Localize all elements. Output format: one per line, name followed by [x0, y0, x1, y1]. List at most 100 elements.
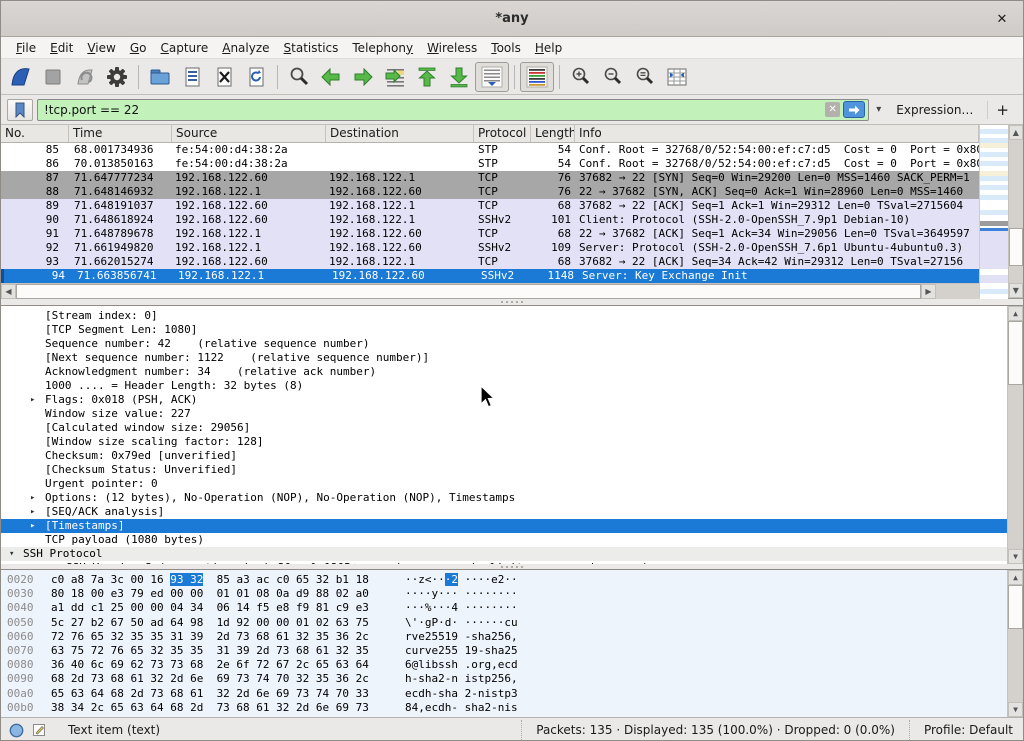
- packet-row[interactable]: 9271.661949820192.168.122.1192.168.122.6…: [1, 241, 979, 255]
- open-file-button[interactable]: [144, 62, 176, 92]
- packet-row[interactable]: 8670.013850163fe:54:00:d4:38:2aSTP54Conf…: [1, 157, 979, 171]
- close-icon[interactable]: ✕: [993, 10, 1011, 28]
- packet-row[interactable]: 9071.648618924192.168.122.60192.168.122.…: [1, 213, 979, 227]
- packet-row[interactable]: 8971.648191037192.168.122.60192.168.122.…: [1, 199, 979, 213]
- detail-line[interactable]: [Window size scaling factor: 128]: [1, 435, 1007, 449]
- detail-line-expandable[interactable]: ▸[SEQ/ACK analysis]: [1, 505, 1007, 519]
- expert-info-icon[interactable]: [9, 723, 24, 738]
- detail-line[interactable]: 1000 .... = Header Length: 32 bytes (8): [1, 379, 1007, 393]
- hex-row[interactable]: 006072 76 65 32 35 35 31 39 2d 73 68 61 …: [1, 630, 1007, 644]
- packet-row-selected[interactable]: 9471.663856741192.168.122.1192.168.122.6…: [1, 269, 979, 283]
- hex-row[interactable]: 009068 2d 73 68 61 32 2d 6e 69 73 74 70 …: [1, 672, 1007, 686]
- column-header-protocol[interactable]: Protocol: [474, 125, 531, 142]
- clear-filter-icon[interactable]: ✕: [825, 102, 840, 117]
- capture-options-button[interactable]: [101, 62, 133, 92]
- scroll-down-icon[interactable]: ▼: [1008, 702, 1023, 717]
- hex-row[interactable]: 0020c0 a8 7a 3c 00 16 93 32 85 a3 ac c0 …: [1, 573, 1007, 587]
- start-capture-button[interactable]: [5, 62, 37, 92]
- column-header-info[interactable]: Info: [575, 125, 979, 142]
- resize-columns-button[interactable]: [661, 62, 693, 92]
- menu-capture[interactable]: Capture: [153, 39, 215, 57]
- packet-list-hscrollbar[interactable]: ◀ ▶: [1, 283, 979, 299]
- hex-row[interactable]: 00505c 27 b2 67 50 ad 64 98 1d 92 00 00 …: [1, 616, 1007, 630]
- scroll-right-icon[interactable]: ▶: [921, 284, 936, 299]
- detail-line[interactable]: [Next sequence number: 1122 (relative se…: [1, 351, 1007, 365]
- packet-row[interactable]: 9171.648789678192.168.122.1192.168.122.6…: [1, 227, 979, 241]
- packet-row[interactable]: 9371.662015274192.168.122.60192.168.122.…: [1, 255, 979, 269]
- menu-edit[interactable]: Edit: [43, 39, 80, 57]
- autoscroll-toggle[interactable]: [475, 62, 509, 92]
- menu-analyze[interactable]: Analyze: [215, 39, 276, 57]
- scroll-left-icon[interactable]: ◀: [1, 284, 16, 299]
- detail-line[interactable]: Window size value: 227: [1, 407, 1007, 421]
- detail-line[interactable]: [TCP Segment Len: 1080]: [1, 323, 1007, 337]
- menu-wireless[interactable]: Wireless: [420, 39, 484, 57]
- hex-row[interactable]: 008036 40 6c 69 62 73 73 68 2e 6f 72 67 …: [1, 658, 1007, 672]
- capture-comment-icon[interactable]: [32, 723, 46, 737]
- detail-line-expandable[interactable]: ▸Flags: 0x018 (PSH, ACK): [1, 393, 1007, 407]
- column-header-no[interactable]: No.: [1, 125, 69, 142]
- detail-line[interactable]: [Calculated window size: 29056]: [1, 421, 1007, 435]
- detail-line[interactable]: Sequence number: 42 (relative sequence n…: [1, 337, 1007, 351]
- vscroll-thumb[interactable]: [1009, 228, 1023, 266]
- apply-filter-icon[interactable]: [843, 101, 865, 118]
- profile-selector[interactable]: Profile: Default: [909, 720, 1015, 740]
- menu-view[interactable]: View: [80, 39, 122, 57]
- restart-capture-button[interactable]: [69, 62, 101, 92]
- goto-packet-button[interactable]: [379, 62, 411, 92]
- filter-bookmark-button[interactable]: [7, 99, 33, 121]
- details-vscrollbar[interactable]: ▲ ▼: [1007, 306, 1023, 564]
- column-header-source[interactable]: Source: [172, 125, 326, 142]
- column-header-length[interactable]: Length: [531, 125, 575, 142]
- colorize-toggle[interactable]: [520, 62, 554, 92]
- detail-line-expandable[interactable]: ▸SSH Version 2 (encryption:chacha20-poly…: [1, 561, 1007, 564]
- first-packet-button[interactable]: [411, 62, 443, 92]
- add-filter-button[interactable]: +: [987, 101, 1017, 119]
- hex-row[interactable]: 003080 18 00 e3 79 ed 00 00 01 01 08 0a …: [1, 587, 1007, 601]
- go-back-button[interactable]: [315, 62, 347, 92]
- hex-row[interactable]: 00b038 34 2c 65 63 64 68 2d 73 68 61 32 …: [1, 701, 1007, 715]
- menu-statistics[interactable]: Statistics: [277, 39, 346, 57]
- stop-capture-button[interactable]: [37, 62, 69, 92]
- display-filter-input[interactable]: !tcp.port == 22 ✕: [37, 99, 869, 121]
- reload-file-button[interactable]: [240, 62, 272, 92]
- scroll-up-icon[interactable]: ▲: [1009, 125, 1023, 140]
- hscroll-thumb[interactable]: [16, 284, 921, 299]
- hex-row[interactable]: 00a065 63 64 68 2d 73 68 61 32 2d 6e 69 …: [1, 687, 1007, 701]
- menu-tools[interactable]: Tools: [484, 39, 528, 57]
- detail-line[interactable]: [Checksum Status: Unverified]: [1, 463, 1007, 477]
- detail-line-protocol[interactable]: ▾SSH Protocol: [1, 547, 1007, 561]
- detail-line[interactable]: Checksum: 0x79ed [unverified]: [1, 449, 1007, 463]
- zoom-normal-button[interactable]: [629, 62, 661, 92]
- packet-row[interactable]: 8568.001734936fe:54:00:d4:38:2aSTP54Conf…: [1, 143, 979, 157]
- save-file-button[interactable]: [176, 62, 208, 92]
- menu-help[interactable]: Help: [528, 39, 569, 57]
- detail-line[interactable]: Urgent pointer: 0: [1, 477, 1007, 491]
- zoom-in-button[interactable]: [565, 62, 597, 92]
- detail-line[interactable]: TCP payload (1080 bytes): [1, 533, 1007, 547]
- hex-row[interactable]: 0040a1 dd c1 25 00 00 04 34 06 14 f5 e8 …: [1, 601, 1007, 615]
- expression-button[interactable]: Expression…: [888, 103, 983, 117]
- column-header-destination[interactable]: Destination: [326, 125, 474, 142]
- close-file-button[interactable]: [208, 62, 240, 92]
- zoom-out-button[interactable]: [597, 62, 629, 92]
- scroll-up-icon[interactable]: ▲: [1008, 570, 1023, 585]
- packet-list-vscrollbar[interactable]: ▲ ▼: [1008, 125, 1023, 298]
- detail-line[interactable]: [Stream index: 0]: [1, 309, 1007, 323]
- vscroll-thumb[interactable]: [1008, 321, 1023, 385]
- packet-row[interactable]: 8771.647777234192.168.122.60192.168.122.…: [1, 171, 979, 185]
- titlebar[interactable]: *any ✕: [1, 1, 1023, 37]
- packet-row[interactable]: 8871.648146932192.168.122.1192.168.122.6…: [1, 185, 979, 199]
- hex-row[interactable]: 007063 75 72 76 65 32 35 35 31 39 2d 73 …: [1, 644, 1007, 658]
- column-header-time[interactable]: Time: [69, 125, 172, 142]
- last-packet-button[interactable]: [443, 62, 475, 92]
- hex-vscrollbar[interactable]: ▲ ▼: [1007, 570, 1023, 717]
- find-packet-button[interactable]: [283, 62, 315, 92]
- detail-line-selected[interactable]: ▸[Timestamps]: [1, 519, 1007, 533]
- packet-minimap[interactable]: [979, 125, 1008, 299]
- menu-telephony[interactable]: Telephony: [345, 39, 420, 57]
- menu-file[interactable]: File: [9, 39, 43, 57]
- menu-go[interactable]: Go: [123, 39, 154, 57]
- go-forward-button[interactable]: [347, 62, 379, 92]
- filter-history-dropdown[interactable]: ▾: [873, 104, 884, 115]
